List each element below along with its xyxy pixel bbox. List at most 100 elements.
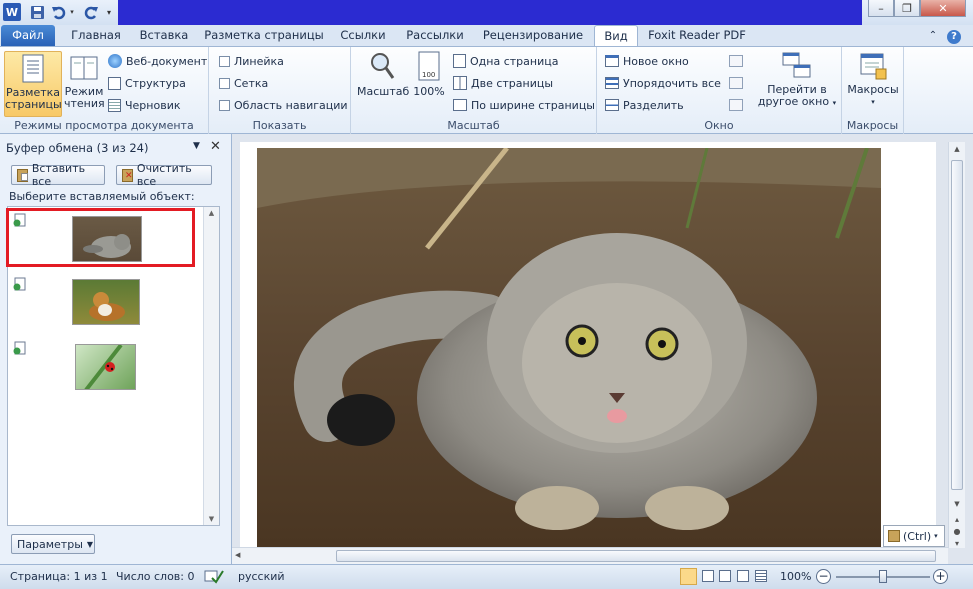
outline-view-icon[interactable] (737, 570, 749, 582)
scroll-left-icon[interactable]: ◀ (235, 551, 240, 559)
word-count[interactable]: Число слов: 0 (116, 570, 195, 583)
reset-position-button[interactable] (729, 95, 743, 115)
macros-icon (860, 53, 887, 80)
clip-type-icon (13, 341, 27, 358)
sync-scroll-button[interactable] (729, 73, 743, 93)
tab-insert[interactable]: Вставка (132, 25, 196, 46)
switch-windows-label-2: другое окно (757, 95, 830, 108)
tab-references[interactable]: Ссылки (333, 25, 393, 46)
clear-all-button[interactable]: ✕ Очистить все (116, 162, 212, 188)
save-icon[interactable] (28, 3, 46, 21)
vertical-scrollbar[interactable]: ▲ ▼ ▴ ● ▾ (948, 142, 965, 548)
ruler-checkbox[interactable]: Линейка (219, 51, 284, 71)
paste-options-button[interactable]: (Ctrl) ▾ (883, 525, 945, 547)
paste-options-label: (Ctrl) (903, 529, 932, 543)
grid-checkbox[interactable]: Сетка (219, 73, 268, 93)
help-icon[interactable]: ? (944, 25, 964, 46)
minimize-button[interactable]: – (868, 0, 894, 17)
grid-checkbox-box[interactable] (219, 77, 230, 89)
ruler-checkbox-box[interactable] (219, 55, 230, 67)
scroll-up-icon[interactable]: ▲ (949, 145, 965, 153)
print-layout-button[interactable]: Разметка страницы (4, 51, 62, 117)
web-layout-button[interactable]: Веб-документ (108, 51, 207, 71)
paste-all-button[interactable]: Вставить все (11, 162, 105, 188)
selection-highlight (6, 208, 195, 267)
options-label: Параметры (17, 537, 83, 551)
tab-view[interactable]: Вид (594, 25, 638, 46)
browse-object-icon[interactable]: ● (949, 527, 965, 536)
restore-button[interactable]: ❐ (894, 0, 920, 17)
proofing-icon[interactable] (204, 568, 224, 587)
new-window-button[interactable]: Новое окно (605, 51, 689, 71)
customize-qat-icon[interactable]: ▾ (104, 3, 114, 21)
nav-pane-checkbox-box[interactable] (219, 99, 230, 111)
redo-icon[interactable] (82, 3, 100, 21)
draft-view-icon[interactable] (755, 570, 767, 582)
zoom-100-button[interactable]: 100 100% (411, 51, 447, 98)
horizontal-scroll-thumb[interactable] (336, 550, 936, 562)
clipboard-prompt: Выберите вставляемый объект: (9, 190, 195, 203)
tab-home[interactable]: Главная (62, 25, 130, 46)
prev-page-icon[interactable]: ▴ (949, 515, 965, 524)
zoom-button[interactable]: Масштаб (357, 51, 409, 98)
chevron-down-icon: ▼ (86, 539, 94, 549)
scroll-down-icon[interactable]: ▼ (204, 515, 219, 523)
view-side-by-side-button[interactable] (729, 51, 743, 71)
tab-file[interactable]: Файл (1, 25, 55, 46)
reading-mode-button[interactable]: Режим чтения (64, 51, 105, 117)
options-button[interactable]: Параметры ▼ (11, 534, 95, 554)
document-photo[interactable] (257, 148, 881, 547)
two-pages-button[interactable]: Две страницы (453, 73, 553, 93)
clip-item-ladybug[interactable] (8, 337, 202, 397)
tab-foxit[interactable]: Foxit Reader PDF (644, 25, 750, 46)
undo-dropdown-icon[interactable]: ▾ (68, 3, 76, 21)
horizontal-scrollbar[interactable]: ◀ (232, 547, 948, 564)
switch-windows-button[interactable]: Перейти в другое окно ▾ (757, 51, 837, 109)
word-icon[interactable]: W (3, 3, 21, 21)
zoom-slider-thumb[interactable] (879, 570, 887, 583)
macros-button[interactable]: Макросы ▾ (846, 51, 900, 108)
undo-icon[interactable] (50, 3, 68, 21)
clip-item-dog[interactable] (8, 273, 202, 333)
nav-pane-checkbox[interactable]: Область навигации (219, 95, 348, 115)
split-icon (605, 99, 619, 111)
clip-thumb-ladybug (75, 344, 136, 390)
zoom-in-icon[interactable]: + (933, 569, 948, 584)
group-label-show: Показать (252, 119, 307, 132)
close-button[interactable]: ✕ (920, 0, 966, 17)
draft-icon (108, 98, 121, 112)
tab-page-layout[interactable]: Разметка страницы (198, 25, 330, 46)
web-layout-view-icon[interactable] (719, 570, 731, 582)
close-pane-icon[interactable]: ✕ (210, 139, 221, 154)
one-page-button[interactable]: Одна страница (453, 51, 558, 71)
outline-button[interactable]: Структура (108, 73, 186, 93)
outline-label: Структура (125, 76, 186, 90)
vertical-scroll-thumb[interactable] (951, 160, 963, 490)
tab-review[interactable]: Рецензирование (476, 25, 590, 46)
language-indicator[interactable]: русский (238, 570, 285, 583)
zoom-out-icon[interactable]: − (816, 569, 831, 584)
arrange-all-button[interactable]: Упорядочить все (605, 73, 721, 93)
split-button[interactable]: Разделить (605, 95, 684, 115)
clipboard-scrollbar[interactable]: ▲ ▼ (203, 207, 219, 525)
pane-options-icon[interactable]: ▼ (193, 141, 200, 151)
web-layout-label: Веб-документ (126, 54, 208, 68)
print-layout-view-icon[interactable] (680, 568, 697, 585)
scroll-down-icon[interactable]: ▼ (949, 500, 965, 508)
minimize-ribbon-icon[interactable]: ⌃ (926, 25, 940, 46)
scroll-up-icon[interactable]: ▲ (204, 209, 219, 217)
full-screen-reading-icon[interactable] (702, 570, 714, 582)
title-area (118, 0, 862, 25)
tab-mailings[interactable]: Рассылки (396, 25, 474, 46)
zoom-level[interactable]: 100% (780, 570, 811, 583)
zoom-slider[interactable] (836, 570, 930, 583)
draft-button[interactable]: Черновик (108, 95, 181, 115)
chevron-down-icon: ▾ (871, 98, 875, 106)
paste-options-icon (888, 530, 900, 542)
outline-icon (108, 76, 121, 90)
next-page-icon[interactable]: ▾ (949, 539, 965, 548)
page-width-button[interactable]: По ширине страницы (453, 95, 595, 115)
chevron-down-icon: ▾ (934, 532, 938, 540)
arrange-all-icon (605, 77, 619, 89)
page-indicator[interactable]: Страница: 1 из 1 (10, 570, 108, 583)
